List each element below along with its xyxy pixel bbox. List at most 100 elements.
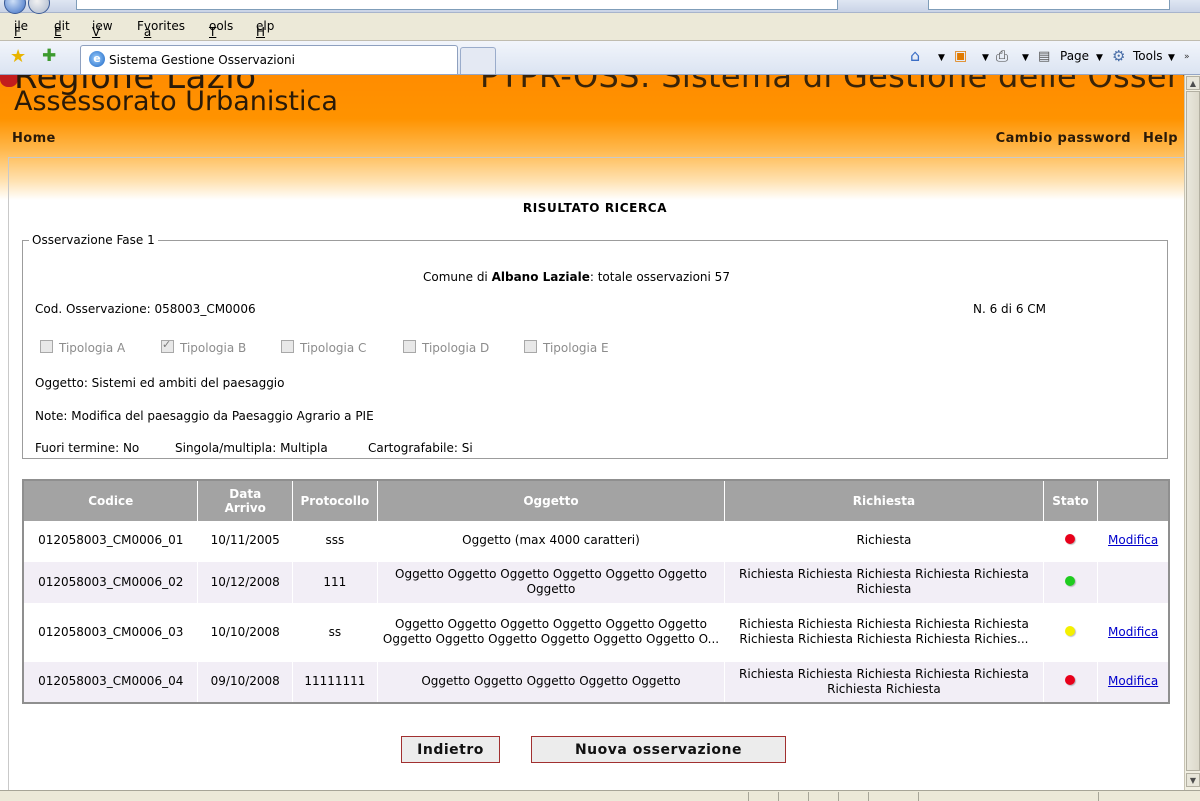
- vertical-scrollbar[interactable]: ▲ ▼: [1184, 75, 1200, 790]
- page-dropdown-icon[interactable]: ▼: [1096, 53, 1103, 63]
- cell-richiesta: Richiesta Richiesta Richiesta Richiesta …: [724, 561, 1044, 604]
- cell-action: [1097, 561, 1170, 604]
- observation-fieldset: Osservazione Fase 1 Comune di Albano Laz…: [22, 233, 1168, 459]
- new-tab-button[interactable]: [460, 47, 496, 74]
- browser-tab-active[interactable]: e Sistema Gestione Osservazioni: [80, 45, 458, 74]
- cod-osservazione: Cod. Osservazione: 058003_CM0006: [35, 302, 256, 316]
- checkbox-tipologia-a: Tipologia A: [40, 340, 125, 355]
- cell-data: 10/10/2008: [197, 603, 294, 662]
- status-dot-icon: [1065, 575, 1076, 586]
- checkbox-box-checked: [161, 338, 174, 353]
- menu-edit[interactable]: Edit: [54, 19, 70, 39]
- add-favorite-icon[interactable]: ✚: [42, 46, 56, 66]
- cell-richiesta: Richiesta Richiesta Richiesta Richiesta …: [724, 661, 1044, 704]
- modifica-link[interactable]: Modifica: [1108, 674, 1158, 688]
- nav-change-password[interactable]: Cambio password: [996, 131, 1131, 146]
- home-icon[interactable]: ⌂: [910, 46, 920, 65]
- system-title: PTPR-OSS: Sistema di Gestione delle Osse…: [480, 75, 1184, 95]
- fuori-termine: Fuori termine: No: [35, 441, 140, 455]
- favorites-star-icon[interactable]: ★: [10, 46, 26, 67]
- checkbox-tipologia-c: Tipologia C: [281, 340, 366, 355]
- forward-arrow-icon[interactable]: [28, 0, 50, 14]
- cell-oggetto: Oggetto Oggetto Oggetto Oggetto Oggetto: [377, 661, 726, 704]
- checkbox-label: Tipologia E: [543, 341, 609, 355]
- comune-name: Albano Laziale: [491, 270, 590, 284]
- scroll-down-icon[interactable]: ▼: [1186, 773, 1200, 787]
- checkbox-label: Tipologia A: [59, 341, 126, 355]
- ie-logo-icon: e: [89, 51, 105, 67]
- cell-data: 10/11/2005: [197, 521, 294, 562]
- comune-prefix: Comune di: [423, 270, 492, 284]
- status-dot-icon: [1065, 675, 1076, 686]
- checkbox-label: Tipologia C: [300, 341, 367, 355]
- col-action: [1097, 480, 1170, 521]
- home-dropdown-icon[interactable]: ▼: [938, 53, 945, 63]
- oggetto-text: Oggetto: Sistemi ed ambiti del paesaggio: [35, 376, 285, 390]
- menu-view[interactable]: View: [92, 19, 113, 39]
- menu-file[interactable]: File: [14, 19, 28, 39]
- checkbox-label: Tipologia B: [180, 341, 247, 355]
- modifica-link[interactable]: Modifica: [1108, 625, 1158, 639]
- page-heading: RISULTATO RICERCA: [522, 201, 668, 215]
- rss-feed-icon[interactable]: ▣: [954, 48, 967, 64]
- chevron-right-icon[interactable]: »: [1184, 52, 1190, 62]
- cell-stato: [1043, 521, 1099, 562]
- tools-menu[interactable]: Tools: [1133, 49, 1163, 63]
- checkbox-tipologia-d: Tipologia D: [403, 340, 489, 355]
- print-dropdown-icon[interactable]: ▼: [1022, 53, 1029, 63]
- modifica-link[interactable]: Modifica: [1108, 533, 1158, 547]
- brand-line2: Assessorato Urbanistica: [14, 86, 338, 117]
- cell-stato: [1043, 661, 1099, 704]
- cell-oggetto: Oggetto Oggetto Oggetto Oggetto Oggetto …: [377, 561, 726, 604]
- fieldset-legend: Osservazione Fase 1: [32, 233, 155, 247]
- col-data-line2: Arrivo: [224, 501, 266, 515]
- cell-codice: 012058003_CM0006_01: [23, 521, 199, 562]
- status-bar: [0, 790, 1200, 801]
- scroll-up-icon[interactable]: ▲: [1186, 76, 1200, 90]
- menu-favorites[interactable]: Fa vorites: [137, 19, 185, 39]
- comune-suffix: : totale osservazioni 57: [589, 270, 730, 284]
- address-strip: [0, 0, 1200, 14]
- note-text: Note: Modifica del paesaggio da Paesaggi…: [35, 409, 374, 423]
- cartografabile: Cartografabile: Si: [368, 441, 473, 455]
- col-richiesta: Richiesta: [724, 480, 1044, 521]
- browser-chrome: File Edit View Fa vorites Tools Help ★ ✚ …: [0, 0, 1200, 75]
- scrollbar-thumb[interactable]: [1186, 91, 1200, 771]
- cell-codice: 012058003_CM0006_03: [23, 603, 199, 662]
- print-icon[interactable]: ⎙: [996, 47, 1008, 65]
- cell-data: 09/10/2008: [197, 661, 294, 704]
- col-data-arrivo: Data Arrivo: [197, 480, 294, 521]
- back-arrow-icon[interactable]: [4, 0, 26, 14]
- tab-title: Sistema Gestione Osservazioni: [109, 53, 295, 67]
- cell-action: Modifica: [1097, 661, 1170, 704]
- checkbox-label: Tipologia D: [422, 341, 490, 355]
- cell-action: Modifica: [1097, 603, 1170, 662]
- nav-home[interactable]: Home: [12, 131, 56, 146]
- cell-protocollo: ss: [292, 603, 378, 662]
- nav-help[interactable]: Help: [1143, 131, 1178, 146]
- singola-multipla: Singola/multipla: Multipla: [175, 441, 328, 455]
- comune-summary: Comune di Albano Laziale: totale osserva…: [423, 270, 730, 284]
- page-menu[interactable]: Page: [1060, 49, 1089, 63]
- feed-dropdown-icon[interactable]: ▼: [982, 53, 989, 63]
- cell-oggetto: Oggetto Oggetto Oggetto Oggetto Oggetto …: [377, 603, 726, 662]
- menu-help[interactable]: Help: [256, 19, 274, 39]
- gear-icon: ⚙: [1112, 47, 1126, 65]
- cell-richiesta: Richiesta Richiesta Richiesta Richiesta …: [724, 603, 1044, 662]
- cell-protocollo: sss: [292, 521, 378, 562]
- search-box[interactable]: [928, 0, 1170, 10]
- table-row: 012058003_CM0006_01 10/11/2005 sss Ogget…: [23, 521, 1170, 562]
- tools-dropdown-icon[interactable]: ▼: [1168, 53, 1175, 63]
- checkbox-box: [524, 340, 537, 353]
- col-data-line1: Data: [229, 487, 262, 501]
- status-dot-icon: [1065, 625, 1076, 636]
- back-button[interactable]: Indietro: [401, 736, 500, 763]
- menu-tools[interactable]: Tools: [209, 19, 233, 39]
- address-bar[interactable]: [76, 0, 838, 10]
- cell-protocollo: 11111111: [292, 661, 378, 704]
- new-observation-button[interactable]: Nuova osservazione: [531, 736, 786, 763]
- checkbox-box: [403, 340, 416, 353]
- cell-codice: 012058003_CM0006_04: [23, 661, 199, 704]
- nav-right: Cambio password Help: [984, 131, 1178, 146]
- cell-codice: 012058003_CM0006_02: [23, 561, 199, 604]
